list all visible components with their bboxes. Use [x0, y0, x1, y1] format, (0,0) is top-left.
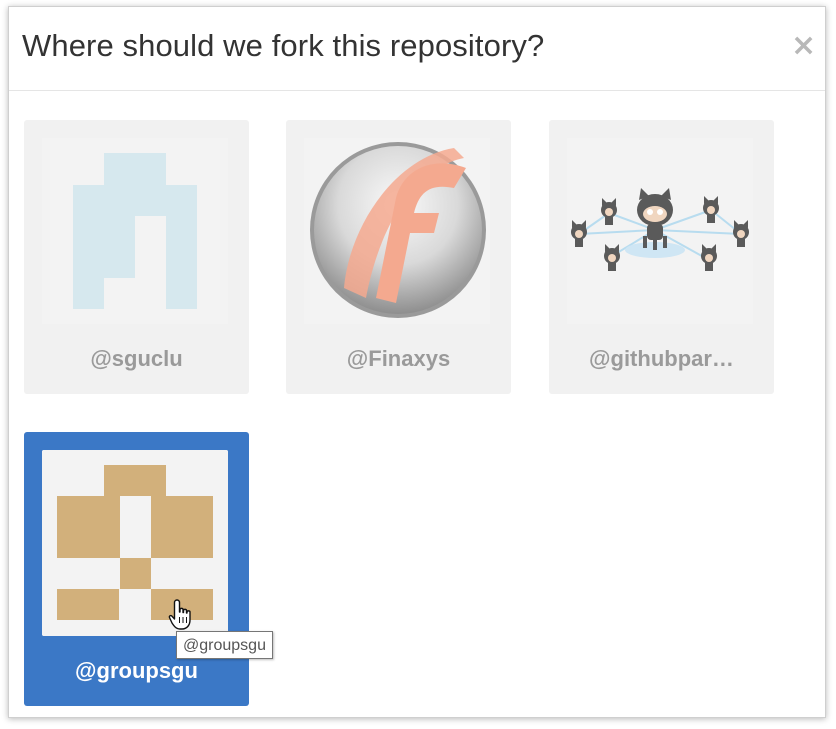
owner-name: @Finaxys: [346, 346, 451, 371]
finaxys-logo-icon: [304, 138, 490, 324]
owner-card-sguclu[interactable]: @sguclu: [24, 120, 249, 394]
close-button[interactable]: ×: [791, 31, 816, 61]
owner-card-githubpartners[interactable]: @githubpar…: [549, 120, 774, 394]
close-icon: ×: [791, 28, 817, 63]
owner-card-finaxys[interactable]: @Finaxys: [286, 120, 511, 394]
tooltip: @groupsgu: [176, 631, 273, 659]
owner-name: @sguclu: [90, 346, 183, 371]
avatar: [42, 138, 228, 324]
octocat-network-icon: [567, 138, 753, 324]
owner-name: @groupsgu: [75, 658, 198, 683]
owner-name: @githubpar…: [589, 346, 734, 371]
owner-card-groupsgu[interactable]: @groupsgu: [24, 432, 249, 706]
dialog-header: Where should we fork this repository? ×: [9, 7, 825, 91]
avatar: [567, 138, 753, 324]
identicon-light-blue-icon: [42, 138, 228, 324]
avatar: [304, 138, 490, 324]
hand-pointer-icon: [168, 599, 191, 630]
dialog-title: Where should we fork this repository?: [22, 28, 545, 63]
avatar: [42, 450, 228, 636]
identicon-tan-icon: [42, 450, 228, 636]
